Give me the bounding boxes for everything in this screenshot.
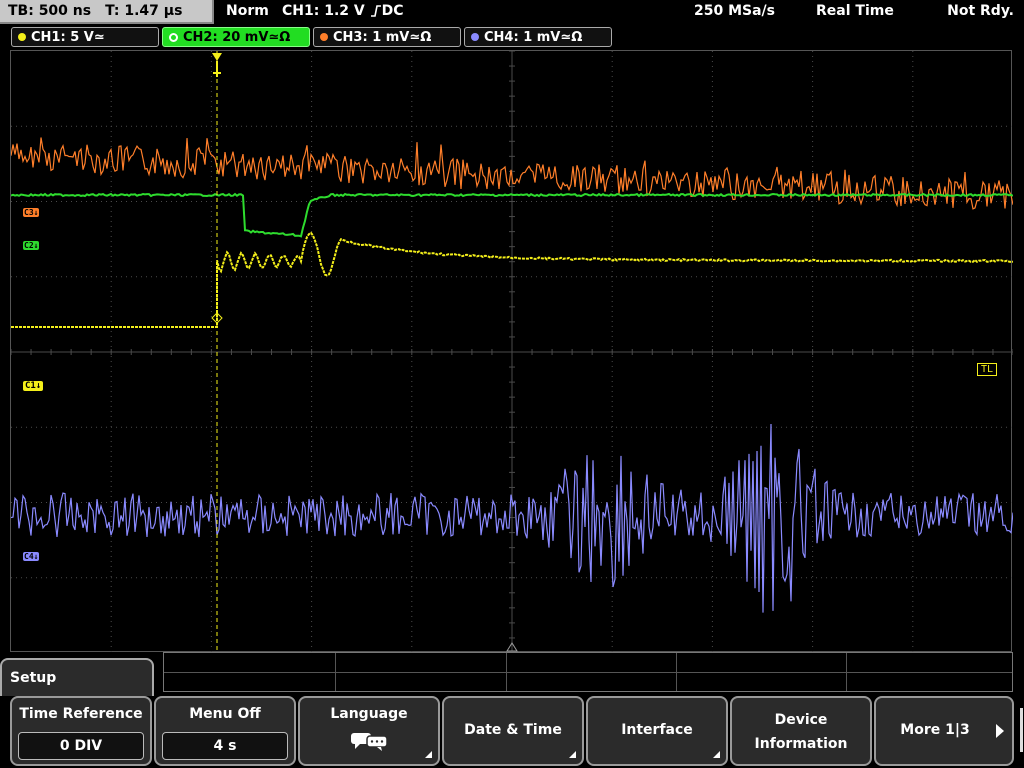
channel-color-icon xyxy=(169,32,178,42)
speech-bubbles-icon xyxy=(351,733,388,751)
channel-color-icon xyxy=(18,33,26,41)
trigger-position-marker xyxy=(212,53,222,61)
softkey-label-line2: Information xyxy=(754,736,848,752)
menu-off-button[interactable]: Menu Off 4 s xyxy=(154,696,296,766)
channel-tab-label: CH3: 1 mV≃Ω xyxy=(333,29,432,45)
softkey-label: Menu Off xyxy=(189,706,261,722)
divider xyxy=(164,672,1012,673)
language-button[interactable]: Language xyxy=(298,696,440,766)
waveform-display[interactable]: C3↓ C2↓ C1↓ C4↓ TL xyxy=(10,50,1013,653)
channel-tabs: CH1: 5 V≃ CH2: 20 mV≃Ω CH3: 1 mV≃Ω CH4: … xyxy=(0,26,1024,48)
channel-tab-label: CH1: 5 V≃ xyxy=(31,29,105,45)
submenu-indicator-icon xyxy=(713,751,720,758)
channel-tab-ch1[interactable]: CH1: 5 V≃ xyxy=(11,27,159,47)
device-information-button[interactable]: Device Information xyxy=(730,696,872,766)
submenu-indicator-icon xyxy=(569,751,576,758)
channel-color-icon xyxy=(471,33,479,41)
more-button[interactable]: More 1|3 xyxy=(874,696,1014,766)
arrow-right-icon xyxy=(996,724,1004,738)
menu-off-value: 4 s xyxy=(162,732,288,760)
softkey-label: More 1|3 xyxy=(900,722,970,738)
channel-tab-ch3[interactable]: CH3: 1 mV≃Ω xyxy=(313,27,461,47)
rising-edge-icon xyxy=(370,5,381,17)
time-reference-button[interactable]: Time Reference 0 DIV xyxy=(10,696,152,766)
channel-color-icon xyxy=(320,33,328,41)
date-time-button[interactable]: Date & Time xyxy=(442,696,584,766)
page-indicator xyxy=(1020,708,1023,752)
softkey-label: Interface xyxy=(621,722,693,738)
channel-tab-ch4[interactable]: CH4: 1 mV≃Ω xyxy=(464,27,612,47)
divider xyxy=(846,653,847,691)
ch4-offset-marker[interactable]: C4↓ xyxy=(23,552,40,561)
divider xyxy=(506,653,507,691)
trigger-level-marker[interactable]: TL xyxy=(976,363,997,376)
measurement-strip xyxy=(163,652,1013,692)
sample-rate: 250 MSa/s xyxy=(694,3,776,19)
channel-tab-ch2[interactable]: CH2: 20 mV≃Ω xyxy=(162,27,310,47)
menu-title: Setup xyxy=(0,658,154,698)
divider xyxy=(676,653,677,691)
graticule xyxy=(11,51,1013,653)
timebase-box[interactable]: TB: 500 ns T: 1.47 µs xyxy=(0,0,214,24)
status-bar: TB: 500 ns T: 1.47 µs Norm CH1: 1.2 V DC… xyxy=(0,0,1024,24)
trigger-time-value: T: 1.47 µs xyxy=(105,3,183,19)
trigger-mode[interactable]: Norm xyxy=(226,3,269,19)
channel-tab-label: CH2: 20 mV≃Ω xyxy=(183,29,291,45)
softkey-label: Time Reference xyxy=(19,706,143,722)
softkey-bar: Time Reference 0 DIV Menu Off 4 s Langua… xyxy=(0,696,1024,768)
acquisition-mode: Real Time xyxy=(816,3,894,19)
trigger-coupling: DC xyxy=(381,3,404,19)
softkey-label: Date & Time xyxy=(464,722,562,738)
ch1-offset-marker[interactable]: C1↓ xyxy=(23,381,44,391)
waveform-canvas xyxy=(11,51,1013,653)
interface-button[interactable]: Interface xyxy=(586,696,728,766)
channel-tab-label: CH4: 1 mV≃Ω xyxy=(484,29,583,45)
timebase-value: TB: 500 ns xyxy=(8,3,92,19)
time-reference-value: 0 DIV xyxy=(18,732,144,760)
softkey-label: Language xyxy=(330,706,408,722)
trigger-status: Not Rdy. xyxy=(947,3,1014,19)
ch3-offset-marker[interactable]: C3↓ xyxy=(23,208,40,217)
submenu-indicator-icon xyxy=(425,751,432,758)
divider xyxy=(335,653,336,691)
trigger-info[interactable]: CH1: 1.2 V DC xyxy=(282,3,404,19)
ch2-offset-marker[interactable]: C2↓ xyxy=(23,241,40,250)
softkey-label-line1: Device xyxy=(774,712,828,728)
trigger-source: CH1: 1.2 V xyxy=(282,3,365,19)
